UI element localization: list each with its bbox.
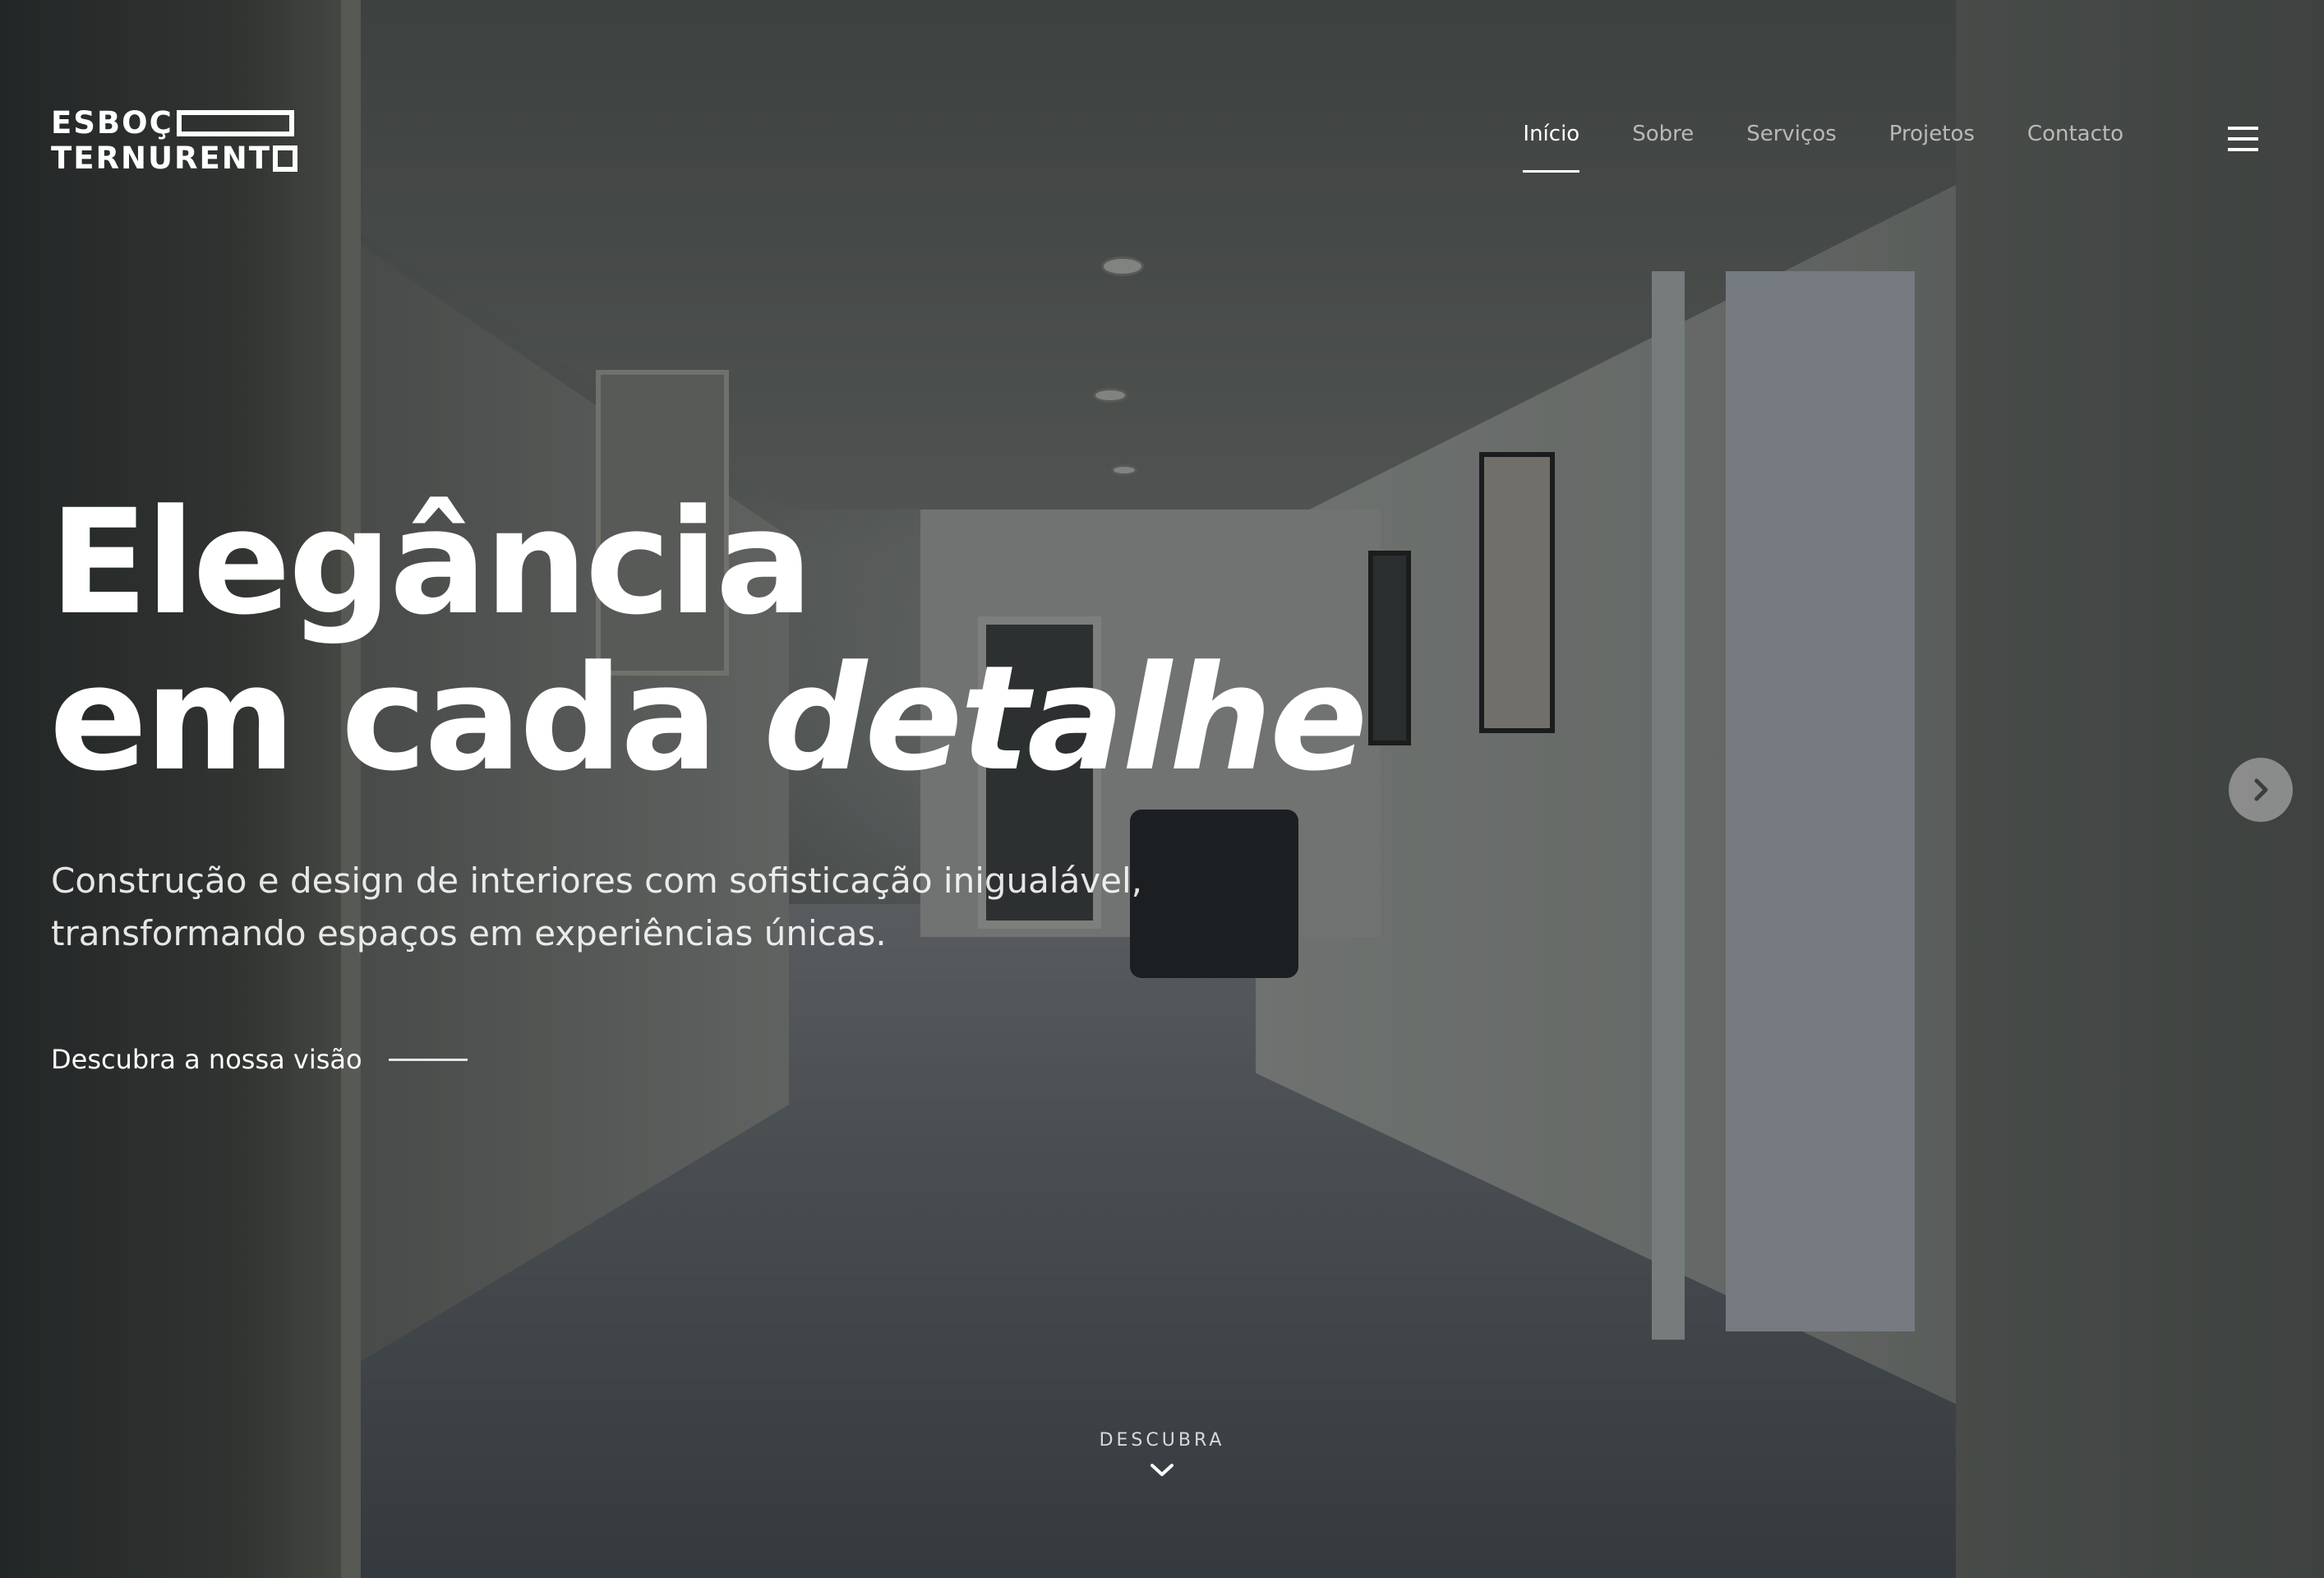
chevron-right-icon [2254,778,2268,801]
logo-line-2: TERNURENT [51,141,297,176]
logo-box-wide [176,109,294,136]
hamburger-bar [2228,148,2258,151]
logo-line-1: ESBOÇ [51,105,297,141]
hero-title: Elegância em cada detalhe [49,485,1367,797]
hero-section: ESBOÇ TERNURENT Início Sobre Serviços Pr… [0,0,2324,1578]
logo-text-2: TERNURENT [51,141,271,176]
hamburger-icon[interactable] [2228,127,2258,151]
nav-item-servicos[interactable]: Serviços [1746,122,1837,146]
scroll-label: DESCUBRA [1099,1430,1225,1451]
nav-item-contacto[interactable]: Contacto [2027,122,2123,146]
nav-item-inicio[interactable]: Início [1523,122,1579,173]
hero-title-line2: em cada [49,634,764,803]
logo-text-1: ESBOÇ [51,105,173,141]
hero-title-line1: Elegância [49,478,813,647]
hero-subtitle-line1: Construção e design de interiores com so… [51,861,1143,901]
nav-item-sobre[interactable]: Sobre [1632,122,1694,146]
hero-subtitle-line2: transformando espaços em experiências ún… [51,913,887,953]
main-nav: Início Sobre Serviços Projetos Contacto [1523,122,2123,173]
cta-label: Descubra a nossa visão [51,1044,362,1075]
site-logo[interactable]: ESBOÇ TERNURENT [51,105,297,176]
logo-box-small [273,145,297,172]
hero-subtitle: Construção e design de interiores com so… [51,855,1284,960]
cta-link[interactable]: Descubra a nossa visão [51,1044,468,1075]
hamburger-bar [2228,137,2258,141]
slider-next-button[interactable] [2229,758,2293,822]
cta-line-decoration [388,1058,468,1061]
hero-title-emphasis: detalhe [763,634,1367,803]
nav-item-projetos[interactable]: Projetos [1889,122,1975,146]
scroll-down-hint[interactable]: DESCUBRA [1080,1430,1244,1479]
hamburger-bar [2228,127,2258,130]
chevron-down-icon [1150,1464,1174,1476]
site-header: ESBOÇ TERNURENT Início Sobre Serviços Pr… [0,0,2324,279]
